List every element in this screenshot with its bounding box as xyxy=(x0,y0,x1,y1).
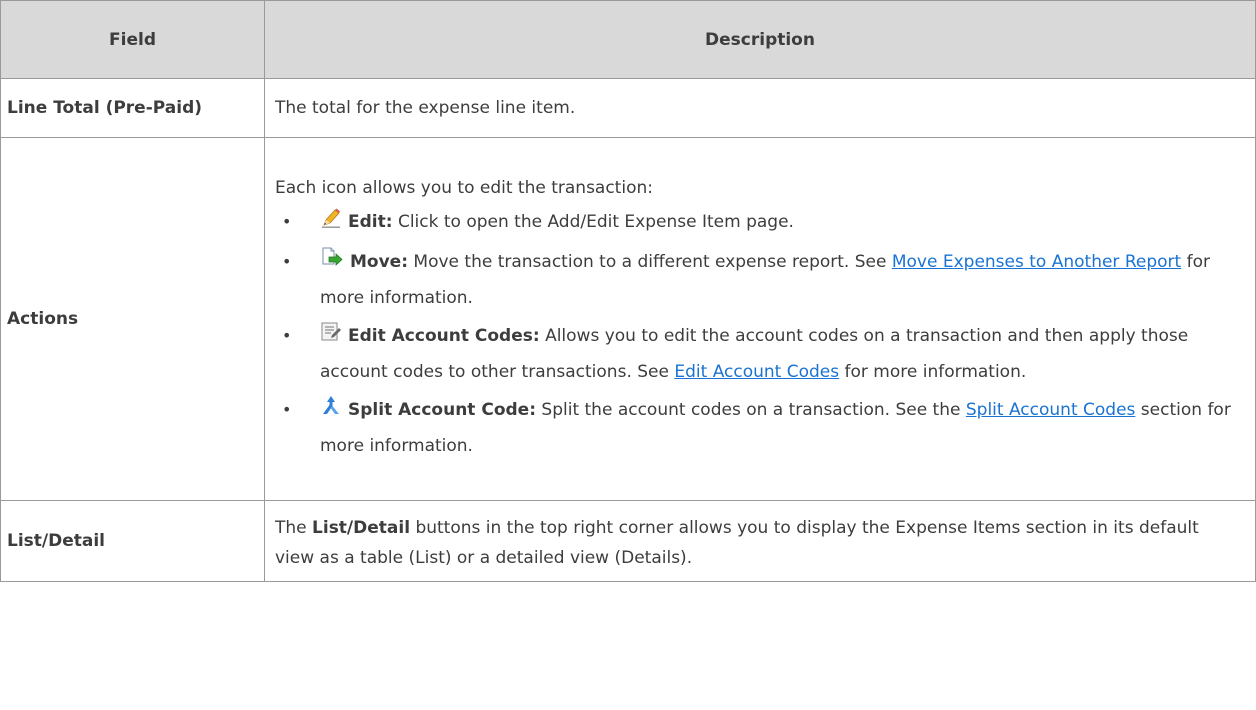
edit-codes-after: for more information. xyxy=(839,362,1027,382)
table-row: List/Detail The List/Detail buttons in t… xyxy=(0,500,1256,582)
description-text: The total for the expense line item. xyxy=(275,98,576,118)
edit-account-codes-link[interactable]: Edit Account Codes xyxy=(674,362,839,382)
fields-table: Field Description Line Total (Pre-Paid) … xyxy=(0,0,1256,582)
list-item: Move: Move the transaction to a differen… xyxy=(275,245,1241,315)
split-icon xyxy=(320,395,342,429)
pencil-icon xyxy=(320,207,342,241)
header-field: Field xyxy=(0,0,265,79)
table-header-row: Field Description xyxy=(0,0,1256,79)
description-list-detail: The List/Detail buttons in the top right… xyxy=(264,500,1256,582)
move-document-icon xyxy=(320,247,344,281)
edit-codes-icon xyxy=(320,321,342,355)
edit-codes-label: Edit Account Codes: xyxy=(348,326,540,346)
field-actions: Actions xyxy=(0,137,265,501)
list-item: Edit: Click to open the Add/Edit Expense… xyxy=(275,205,1241,241)
header-description: Description xyxy=(264,0,1256,79)
edit-label: Edit: xyxy=(348,212,393,232)
edit-text: Click to open the Add/Edit Expense Item … xyxy=(392,212,794,232)
actions-intro: Each icon allows you to edit the transac… xyxy=(275,178,653,198)
split-account-codes-link[interactable]: Split Account Codes xyxy=(966,400,1136,420)
action-list: Edit: Click to open the Add/Edit Expense… xyxy=(275,205,1241,463)
table-row: Line Total (Pre-Paid) The total for the … xyxy=(0,78,1256,138)
description-line-total: The total for the expense line item. xyxy=(264,78,1256,138)
list-detail-bold: List/Detail xyxy=(312,518,411,538)
split-label: Split Account Code: xyxy=(348,400,537,420)
field-line-total: Line Total (Pre-Paid) xyxy=(0,78,265,138)
list-before: The xyxy=(275,518,313,538)
move-label: Move: xyxy=(350,252,409,272)
field-list-detail: List/Detail xyxy=(0,500,265,582)
move-expenses-link[interactable]: Move Expenses to Another Report xyxy=(892,252,1181,272)
split-text: Split the account codes on a transaction… xyxy=(536,400,966,420)
table-row: Actions Each icon allows you to edit the… xyxy=(0,137,1256,501)
list-item: Edit Account Codes: Allows you to edit t… xyxy=(275,319,1241,389)
list-item: Split Account Code: Split the account co… xyxy=(275,393,1241,463)
description-actions: Each icon allows you to edit the transac… xyxy=(264,137,1256,501)
description-text: The List/Detail buttons in the top right… xyxy=(275,509,1241,573)
list-after: buttons in the top right corner allows y… xyxy=(275,518,1199,568)
move-text: Move the transaction to a different expe… xyxy=(408,252,892,272)
